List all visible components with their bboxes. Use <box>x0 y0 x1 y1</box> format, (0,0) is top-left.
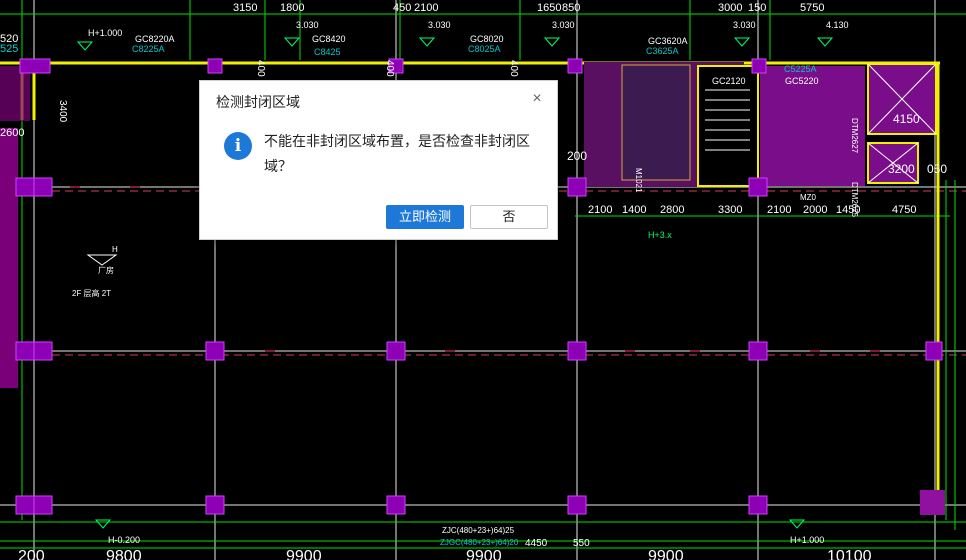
window-code-label: GC8020 <box>470 34 504 44</box>
check-closed-area-dialog: 检测封闭区域 × i 不能在非封闭区域布置，是否检查非封闭区域？ 立即检测 否 <box>199 80 558 240</box>
close-icon[interactable]: × <box>527 89 547 109</box>
elevation-label: H+1.000 <box>790 535 824 545</box>
window-code-label: GC2120 <box>712 76 746 86</box>
window-code-label: C8225A <box>132 44 165 54</box>
mid-dimension-label: 2100 <box>588 204 612 216</box>
top-dimension-label: 3000 <box>718 2 742 14</box>
mid-dimension-label: 2100 <box>767 204 791 216</box>
elevation-label: H-0.200 <box>108 535 140 545</box>
bottom-dimension-label: 200 <box>18 548 45 560</box>
door-code-label: DTM2627 <box>850 118 859 154</box>
dialog-message: 不能在非封闭区域布置，是否检查非封闭区域？ <box>264 133 530 174</box>
beam-dimension-label: 4450 <box>525 538 548 549</box>
top-dimension-label: 2100 <box>414 2 438 14</box>
window-code-label: C3625A <box>646 46 679 56</box>
window-code-label: GC8220A <box>135 34 175 44</box>
elevation-label: 3.030 <box>733 20 756 30</box>
elevation-label: H+1.000 <box>88 28 122 38</box>
room-number-label: 3200 <box>888 162 915 176</box>
vertical-dimension-label: 3400 <box>57 100 68 123</box>
bottom-dimension-label: 9900 <box>466 548 502 560</box>
window-code-label: C5225A <box>784 64 817 74</box>
bottom-dimension-label: 9900 <box>648 548 684 560</box>
room-number-label: 050 <box>927 162 947 176</box>
left-edge-label: 2600 <box>0 127 24 139</box>
bottom-dimension-label: 9900 <box>286 548 322 560</box>
beam-label: ZJC(480+23+)64)25 <box>442 526 515 535</box>
mid-dimension-label: 2800 <box>660 204 684 216</box>
left-edge-label: 525 <box>0 43 18 55</box>
top-dimension-label: 1800 <box>280 2 304 14</box>
top-dimension-label: 150 <box>748 2 766 14</box>
dialog-title: 检测封闭区域 <box>216 94 300 110</box>
door-code-label: MZ0 <box>800 193 817 202</box>
left-note-label: 2F 层高 2T <box>72 288 111 298</box>
mid-dimension-label: 2000 <box>803 204 827 216</box>
window-code-label: GC8420 <box>312 34 346 44</box>
left-note-label: H <box>112 245 118 254</box>
top-dimension-label: 1650 <box>537 2 561 14</box>
mid-dimension-label: 4750 <box>892 204 916 216</box>
elevation-label: 3.030 <box>552 20 575 30</box>
window-code-label: GC3620A <box>648 36 688 46</box>
elevation-label: 4.130 <box>826 20 849 30</box>
no-button[interactable]: 否 <box>470 205 548 229</box>
window-code-label: GC5220 <box>785 76 819 86</box>
beam-dimension-label: 550 <box>573 538 590 549</box>
bottom-dimension-label: 10100 <box>827 548 872 560</box>
top-dimension-label: 450 <box>393 2 411 14</box>
elevation-label: 3.030 <box>428 20 451 30</box>
mid-dimension-label: 1400 <box>622 204 646 216</box>
mid-dimension-label: 3300 <box>718 204 742 216</box>
info-icon: i <box>224 132 252 160</box>
door-code-label: M1021 <box>634 168 643 193</box>
window-code-label: C8425 <box>314 47 341 57</box>
window-code-label: C8025A <box>468 44 501 54</box>
top-dimension-label: 850 <box>562 2 580 14</box>
room-number-label: 4150 <box>893 112 920 126</box>
beam-label: ZJGC(480+23+)64)20 <box>440 538 519 547</box>
top-dimension-label: 3150 <box>233 2 257 14</box>
elevation-label: H+3.x <box>648 230 672 240</box>
check-now-button[interactable]: 立即检测 <box>386 205 464 229</box>
elevation-label: 3.030 <box>296 20 319 30</box>
mid-dimension-label: 1450 <box>836 204 860 216</box>
room-number-label: 200 <box>567 149 587 163</box>
left-note-label: 厂房 <box>98 265 114 275</box>
bottom-dimension-label: 9800 <box>106 548 142 560</box>
top-dimension-label: 5750 <box>800 2 824 14</box>
